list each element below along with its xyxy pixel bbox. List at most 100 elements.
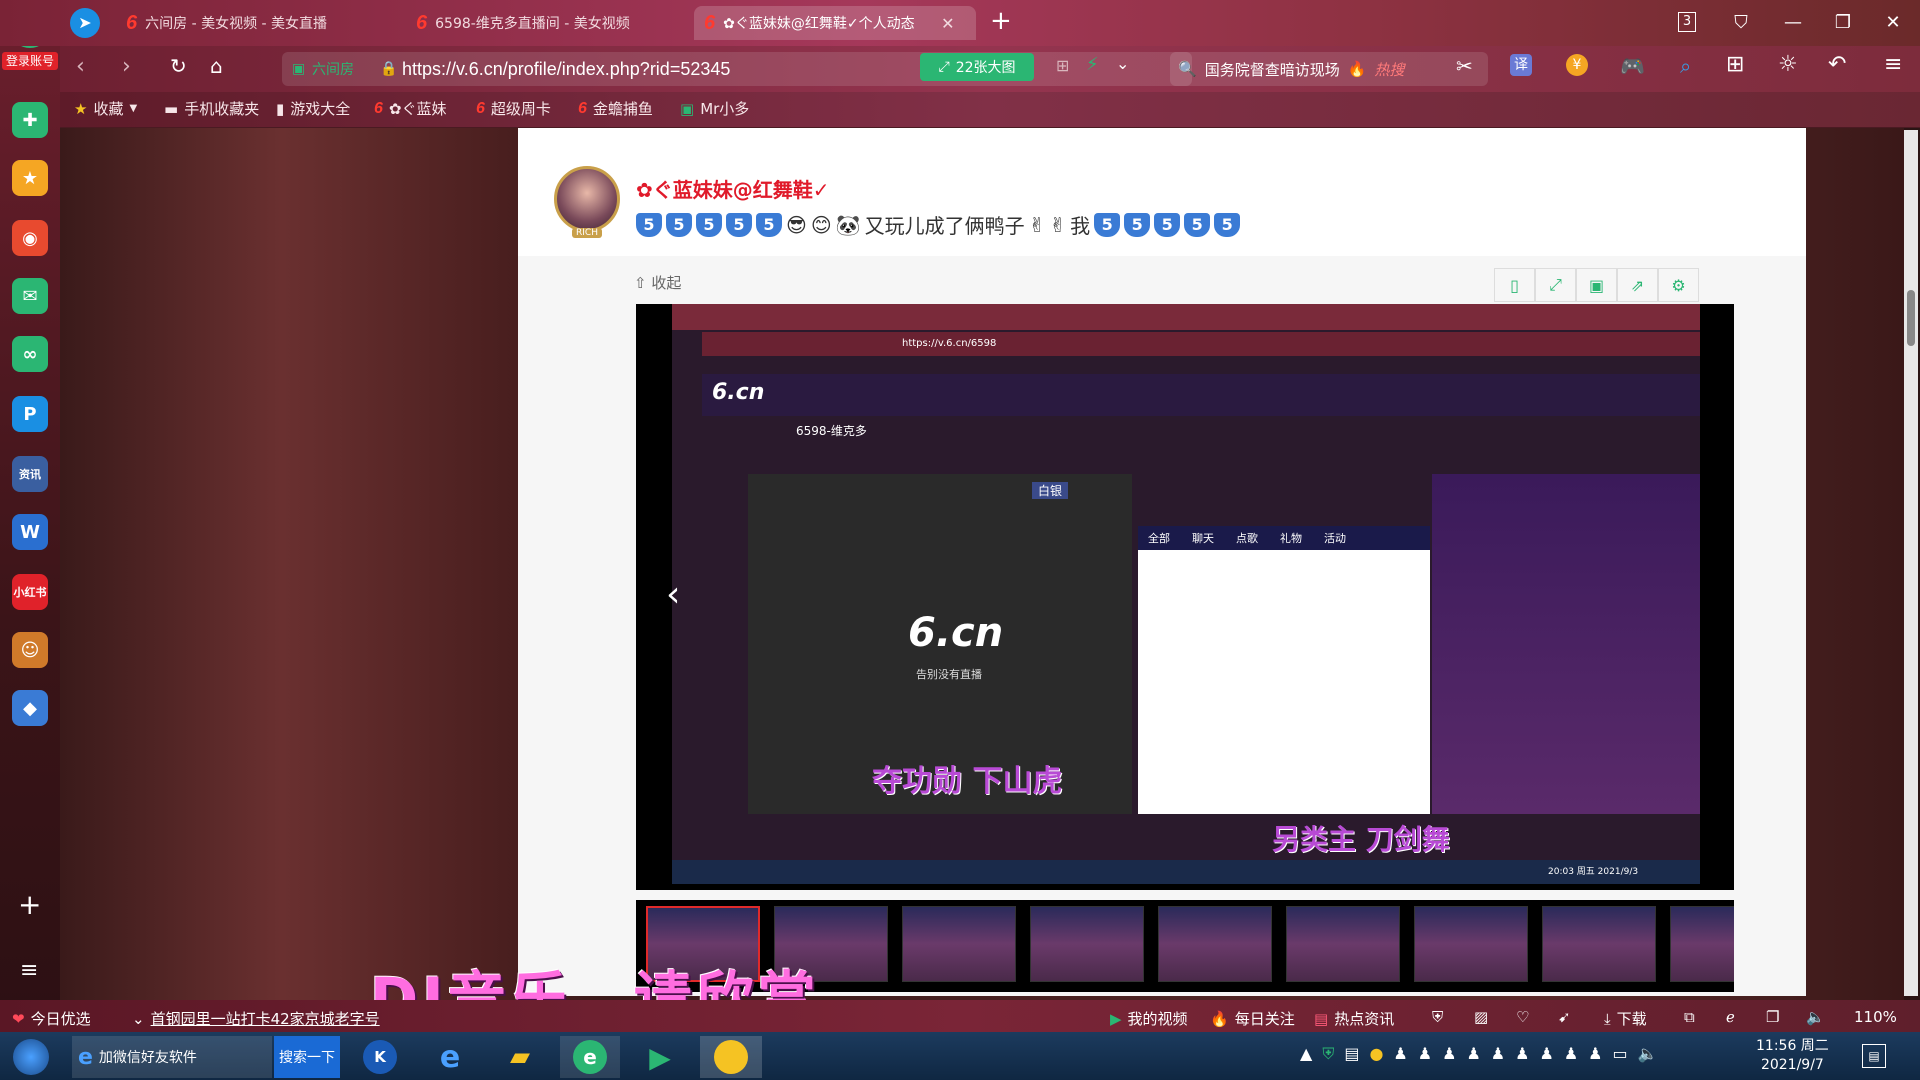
qq-icon[interactable]: ♟	[1393, 1044, 1407, 1064]
original-icon[interactable]: ▯	[1494, 268, 1535, 302]
folder-app-icon[interactable]: ▰	[490, 1036, 550, 1078]
thumbnail[interactable]	[1542, 906, 1656, 982]
scrollbar[interactable]	[1904, 130, 1918, 996]
mail-icon[interactable]: ✉	[12, 278, 48, 314]
undo-icon[interactable]: ↶	[1828, 52, 1846, 77]
favorite-item[interactable]: ▬ 手机收藏夹	[164, 98, 259, 119]
tab-count-badge[interactable]: 3	[1678, 12, 1696, 32]
coin-icon[interactable]: ¥	[1566, 54, 1588, 76]
navigate-icon[interactable]: ➤	[70, 8, 100, 38]
collapse-button[interactable]: ⇧ 收起	[634, 272, 681, 293]
share-icon[interactable]: ⇗	[1617, 268, 1658, 302]
close-window-icon[interactable]: ✕	[1880, 10, 1906, 36]
word-icon[interactable]: W	[12, 514, 48, 550]
refresh-icon[interactable]: ↻	[170, 54, 187, 78]
today-pick[interactable]: ❤ 今日优选	[12, 1008, 91, 1029]
download-link[interactable]: ⤓ 下载	[1604, 1008, 1647, 1029]
qq-icon[interactable]: ♟	[1491, 1044, 1505, 1064]
ie-task[interactable]: e 加微信好友软件	[72, 1036, 272, 1078]
login-button[interactable]: 登录账号	[2, 52, 58, 70]
thumbnail[interactable]	[1670, 906, 1734, 982]
rocket-icon[interactable]: ➹	[1558, 1008, 1571, 1026]
back-icon[interactable]: ‹	[76, 54, 85, 79]
app-icon[interactable]: ◆	[12, 690, 48, 726]
chevron-down-icon[interactable]: ⌄	[1116, 54, 1129, 73]
tab-liujianfang[interactable]: 6 六间房 - 美女视频 - 美女直播	[116, 6, 396, 40]
thumbnail[interactable]	[1286, 906, 1400, 982]
daily-link[interactable]: 🔥 每日关注	[1210, 1008, 1295, 1029]
qq-icon[interactable]: ♟	[1515, 1044, 1529, 1064]
image-icon[interactable]: ▨	[1474, 1008, 1488, 1026]
maximize-icon[interactable]: ❐	[1830, 10, 1856, 36]
link-icon[interactable]: ∞	[12, 336, 48, 372]
weibo-icon[interactable]: ◉	[12, 220, 48, 256]
news-link[interactable]: ⌄ 首钢园里一站打卡42家京城老字号	[132, 1008, 380, 1029]
app-icon[interactable]: ●	[1369, 1044, 1383, 1064]
new-tab-button[interactable]: +	[990, 6, 1012, 36]
thumbnail[interactable]	[1030, 906, 1144, 982]
search-box[interactable]: 🔍 国务院督查暗访现场 🔥 热搜	[1170, 52, 1488, 86]
favorite-item[interactable]: ▮ 游戏大全	[276, 98, 350, 119]
favorite-item[interactable]: 6 ✿ぐ蓝妹	[374, 98, 446, 119]
bolt-icon[interactable]: ⚡	[1086, 54, 1099, 75]
close-tab-icon[interactable]: ✕	[941, 14, 954, 33]
favorite-item[interactable]: ★ 收藏 ▼	[74, 98, 137, 119]
grid-icon[interactable]: ⊞	[1056, 56, 1069, 75]
network-icon[interactable]: ▭	[1613, 1044, 1628, 1064]
qq-icon[interactable]: ♟	[1588, 1044, 1602, 1064]
avatar[interactable]	[554, 166, 620, 232]
compress-icon[interactable]: ⧉	[1684, 1008, 1695, 1026]
browser-app-icon[interactable]: e	[560, 1036, 620, 1078]
shield-icon[interactable]: ⛨	[1432, 1008, 1443, 1026]
speaker-icon[interactable]: 🔈	[1806, 1008, 1825, 1026]
ie-icon[interactable]: ℯ	[1726, 1008, 1735, 1026]
home-icon[interactable]: ⌂	[210, 54, 223, 78]
favorite-item[interactable]: 6 超级周卡	[476, 98, 551, 119]
thumbnail[interactable]	[1158, 906, 1272, 982]
magnifier-icon[interactable]: ⌕	[1680, 54, 1691, 78]
tab-room-6598[interactable]: 6 6598-维克多直播间 - 美女视频	[406, 6, 686, 40]
image-viewer[interactable]: https://v.6.cn/6598 6.cn 6598-维克多 6.cn 告…	[636, 304, 1734, 890]
big-image-button[interactable]: ⤢ 22张大图	[920, 53, 1034, 81]
heart-outline-icon[interactable]: ♡	[1516, 1008, 1529, 1026]
start-button[interactable]	[4, 1036, 58, 1078]
forward-icon[interactable]: ›	[122, 54, 131, 79]
prev-image-icon[interactable]: ‹	[666, 574, 680, 615]
star-icon[interactable]: ★	[12, 160, 48, 196]
save-icon[interactable]: ▣	[1576, 268, 1617, 302]
brightness-icon[interactable]: ☼	[1778, 52, 1798, 77]
ie-app-icon[interactable]: e	[420, 1036, 480, 1078]
notification-icon[interactable]: ▤	[1862, 1044, 1886, 1068]
search-now-button[interactable]: 搜索一下	[274, 1036, 340, 1078]
apps-icon[interactable]: ⊞	[1726, 52, 1744, 77]
window-icon[interactable]: ❐	[1766, 1008, 1779, 1026]
qq-icon[interactable]: ♟	[1466, 1044, 1480, 1064]
gamepad-icon[interactable]: 🎮	[1620, 54, 1645, 78]
menu-icon[interactable]: ≡	[1884, 52, 1902, 77]
minimize-icon[interactable]: —	[1780, 10, 1806, 36]
k-app-icon[interactable]: K	[350, 1036, 410, 1078]
qq-icon[interactable]: ♟	[1539, 1044, 1553, 1064]
qq-icon[interactable]: ♟	[1418, 1044, 1432, 1064]
scrollbar-thumb[interactable]	[1907, 290, 1915, 346]
scissors-icon[interactable]: ✂	[1456, 54, 1473, 78]
qq-icon[interactable]: ♟	[1564, 1044, 1578, 1064]
game-icon[interactable]: ☺	[12, 632, 48, 668]
add-app-button[interactable]: +	[18, 888, 41, 921]
up-arrow-icon[interactable]: ▲	[1300, 1044, 1312, 1064]
player-app-icon[interactable]: ▶	[630, 1036, 690, 1078]
tab-profile[interactable]: 6 ✿ぐ蓝妹妹@红舞鞋✓个人动态 ✕	[694, 6, 976, 40]
add-icon[interactable]: ✚	[12, 102, 48, 138]
zoom-level[interactable]: 110%	[1854, 1008, 1897, 1026]
qq-icon[interactable]: ♟	[1442, 1044, 1456, 1064]
news-icon[interactable]: 资讯	[12, 456, 48, 492]
sidebar-menu-icon[interactable]: ≡	[20, 958, 38, 983]
settings-icon[interactable]: ⚙	[1658, 268, 1699, 302]
fullscreen-icon[interactable]: ⤢	[1535, 268, 1576, 302]
favorite-item[interactable]: ▣ Mr小多	[680, 98, 749, 119]
red-book-icon[interactable]: 小红书	[12, 574, 48, 610]
my-video-link[interactable]: ▶ 我的视频	[1110, 1008, 1188, 1029]
window-icon[interactable]: ▤	[1344, 1044, 1359, 1064]
volume-icon[interactable]: 🔈	[1638, 1044, 1658, 1064]
shirt-icon[interactable]: ⛉	[1728, 10, 1754, 36]
